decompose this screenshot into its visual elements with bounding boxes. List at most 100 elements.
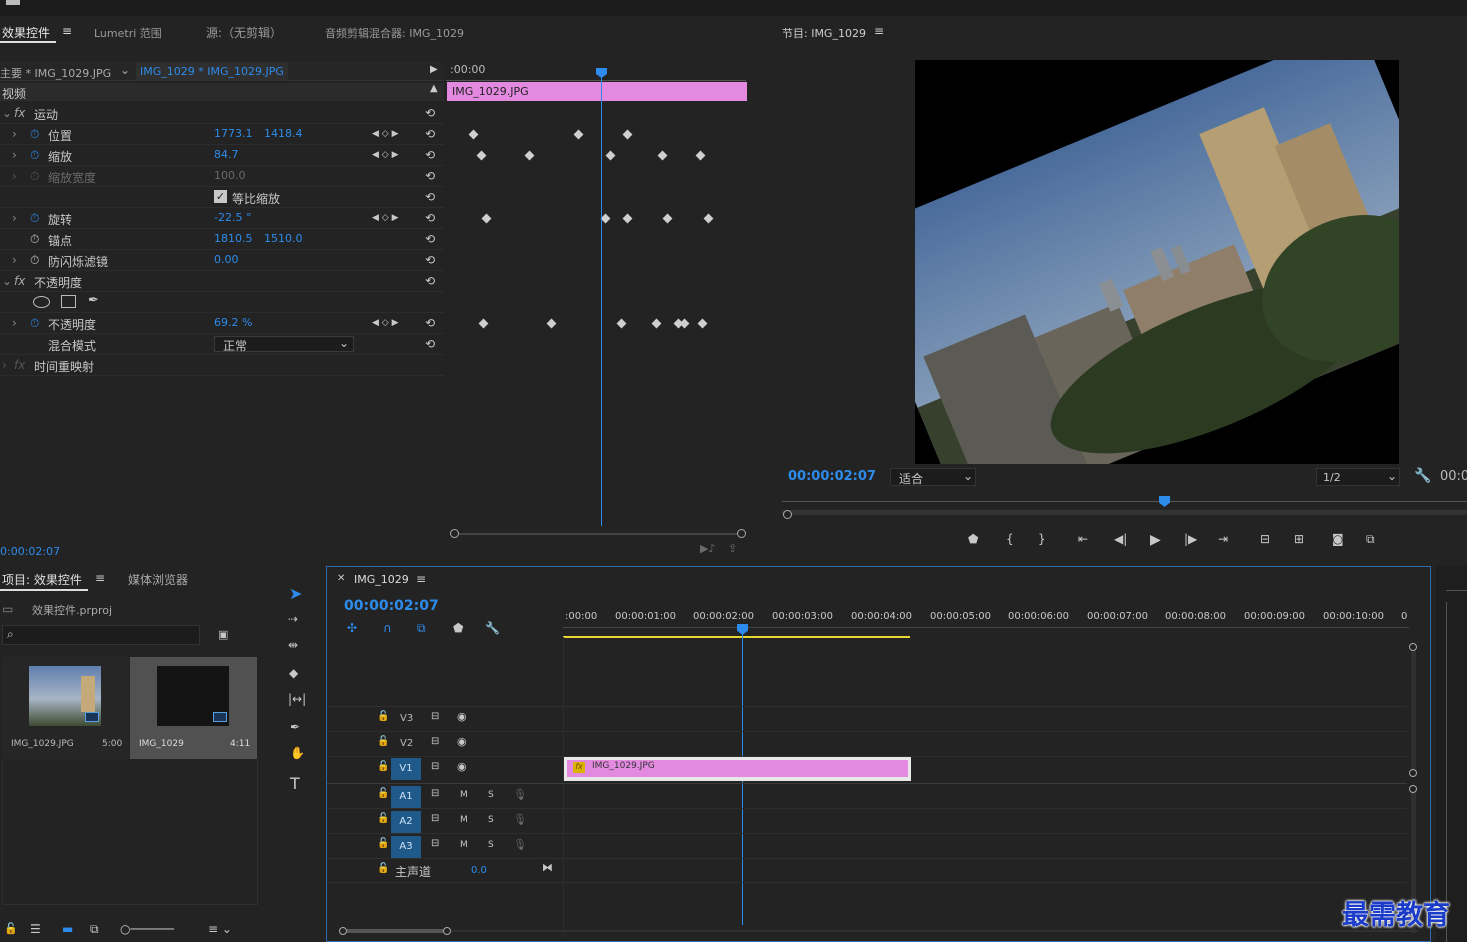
nest-icon[interactable]: ✣ [347, 621, 357, 635]
fx-badge[interactable]: fx [573, 762, 585, 773]
step-forward-icon[interactable]: |▶ [1184, 532, 1197, 546]
add-marker-icon[interactable]: ⬟ [968, 532, 978, 546]
keyframe[interactable] [651, 318, 662, 329]
reset-icon[interactable]: ⟲ [425, 106, 435, 120]
microphone-icon[interactable]: 🎙 [513, 788, 527, 801]
solo-button[interactable]: S [488, 790, 494, 800]
track-target-a2[interactable]: A2 [391, 811, 421, 833]
extract-icon[interactable]: ⊞ [1294, 532, 1304, 546]
reset-icon[interactable]: ⟲ [425, 274, 435, 288]
track-select-tool-icon[interactable]: ⇢ [288, 612, 310, 634]
lock-icon[interactable]: 🔓 [377, 761, 389, 772]
track-target-v1[interactable]: V1 [391, 758, 421, 780]
timeline-timecode[interactable]: 00:00:02:07 [344, 598, 439, 614]
tab-audio-clip-mixer[interactable]: 音频剪辑混合器: IMG_1029 [325, 25, 464, 41]
keyframe-scrollbar[interactable] [450, 529, 746, 538]
keyframe[interactable] [703, 213, 714, 224]
reset-icon[interactable]: ⟲ [425, 127, 435, 141]
ellipse-mask-icon[interactable] [33, 296, 50, 308]
tab-source[interactable]: 源:（无剪辑） [206, 24, 282, 41]
master-volume[interactable]: 0.0 [471, 865, 487, 876]
close-icon[interactable]: ✕ [337, 573, 345, 584]
program-timecode[interactable]: 00:00:02:07 [788, 469, 876, 484]
eye-icon[interactable]: ◉ [457, 735, 467, 748]
reset-icon[interactable]: ⟲ [425, 253, 435, 267]
blend-mode-select[interactable]: 正常 ⌄ [214, 336, 354, 353]
collapse-up-icon[interactable]: ▲ [430, 83, 438, 94]
vertical-scrollbar[interactable] [1407, 643, 1419, 933]
clip-selector[interactable]: IMG_1029 * IMG_1029.JPG [136, 62, 288, 81]
chevron-down-icon[interactable]: ⌄ [120, 63, 130, 77]
anchor-row[interactable]: ⏱ 锚点 1810.5 1510.0 ⟲ [0, 229, 444, 250]
keyframe[interactable] [657, 150, 668, 161]
track-v3[interactable]: 🔓 V3 ⊟ ◉ [327, 706, 1407, 731]
sync-lock-icon[interactable]: ⊟ [431, 813, 439, 824]
search-input[interactable]: ⌕ [2, 625, 200, 645]
track-a1[interactable]: 🔓 A1 ⊟ M S 🎙 [327, 783, 1407, 808]
rotation-value[interactable]: -22.5 ° [214, 211, 251, 224]
keyframe-nav-icon[interactable]: ◀ ◇ ▶ [372, 318, 399, 328]
wrench-icon[interactable]: 🔧 [485, 621, 500, 635]
sync-lock-icon[interactable]: ⊟ [431, 736, 439, 747]
stopwatch-icon[interactable]: ⏱ [30, 148, 39, 163]
freeform-view-icon[interactable]: ⧉ [90, 922, 99, 937]
position-y-value[interactable]: 1418.4 [264, 127, 303, 140]
reset-icon[interactable]: ⟲ [425, 190, 435, 204]
keyframe[interactable] [481, 213, 492, 224]
scale-value[interactable]: 84.7 [214, 148, 239, 161]
pen-mask-icon[interactable]: ✒ [88, 293, 99, 308]
program-scrub-bar[interactable] [782, 496, 1467, 519]
program-playhead[interactable] [1159, 496, 1170, 507]
clip-bar[interactable]: IMG_1029.JPG [447, 82, 747, 101]
hand-tool-icon[interactable]: ✋ [290, 746, 312, 768]
keyframe-area[interactable]: :00:00 IMG_1029.JPG [446, 62, 762, 542]
sync-lock-icon[interactable]: ⊟ [431, 838, 439, 849]
project-item-image[interactable]: IMG_1029.JPG 5:00 [2, 657, 129, 759]
solo-button[interactable]: S [488, 840, 494, 850]
lock-icon[interactable]: 🔓 [377, 813, 389, 824]
eye-icon[interactable]: ◉ [457, 760, 467, 773]
linked-selection-icon[interactable]: ⧉ [417, 621, 426, 636]
tab-sequence[interactable]: IMG_1029 [354, 573, 409, 586]
sync-lock-icon[interactable]: ⊟ [431, 711, 439, 722]
play-icon[interactable]: ▶ [430, 64, 438, 75]
anchor-x-value[interactable]: 1810.5 [214, 232, 253, 245]
resolution-select[interactable]: 1/2 ⌄ [1316, 468, 1400, 486]
stopwatch-icon[interactable]: ⏱ [30, 253, 39, 268]
mute-button[interactable]: M [460, 815, 468, 825]
flicker-value[interactable]: 0.00 [214, 253, 239, 266]
lock-icon[interactable]: 🔓 [377, 838, 389, 849]
microphone-icon[interactable]: 🎙 [513, 813, 527, 826]
horizontal-scrollbar[interactable] [339, 925, 1419, 937]
type-tool-icon[interactable]: T [290, 774, 312, 796]
razor-tool-icon[interactable]: ◆ [289, 666, 311, 688]
stopwatch-icon[interactable]: ⏱ [30, 232, 39, 247]
uniform-scale-checkbox[interactable]: ✓ [214, 190, 227, 203]
track-v2[interactable]: 🔓 V2 ⊟ ◉ [327, 731, 1407, 756]
tab-menu-icon[interactable]: ≡ [416, 572, 426, 586]
keyframe[interactable] [478, 318, 489, 329]
keyframe[interactable] [616, 318, 627, 329]
pen-tool-icon[interactable]: ✒ [290, 720, 312, 742]
panel-menu-icon[interactable]: ≡ [874, 24, 884, 38]
tab-menu-icon[interactable]: ≡ [95, 571, 105, 585]
time-remap-row[interactable]: › fx 时间重映射 [0, 355, 444, 376]
work-area-bar[interactable] [563, 636, 910, 638]
track-a3[interactable]: 🔓 A3 ⊟ M S 🎙 [327, 833, 1407, 858]
tab-effect-controls[interactable]: 效果控件 [2, 24, 50, 41]
play-icon[interactable]: ▶ [1150, 532, 1161, 548]
new-bin-icon[interactable]: ▣ [218, 628, 228, 641]
go-to-end-icon[interactable]: ⧓ [542, 861, 553, 874]
reset-icon[interactable]: ⟲ [425, 169, 435, 183]
workspace-icon[interactable] [6, 0, 20, 5]
keyframe[interactable] [622, 129, 633, 140]
reset-icon[interactable]: ⟲ [425, 211, 435, 225]
lock-icon[interactable]: 🔓 [377, 711, 389, 722]
selection-tool-icon[interactable]: ➤ [289, 584, 311, 606]
icon-view-icon[interactable]: ▬ [62, 922, 73, 936]
microphone-icon[interactable]: 🎙 [513, 838, 527, 851]
opacity-row[interactable]: › ⏱ 不透明度 69.2 % ◀ ◇ ▶ ⟲ [0, 313, 444, 334]
reset-icon[interactable]: ⟲ [425, 316, 435, 330]
lock-icon[interactable]: 🔓 [377, 736, 389, 747]
keyframe[interactable] [546, 318, 557, 329]
